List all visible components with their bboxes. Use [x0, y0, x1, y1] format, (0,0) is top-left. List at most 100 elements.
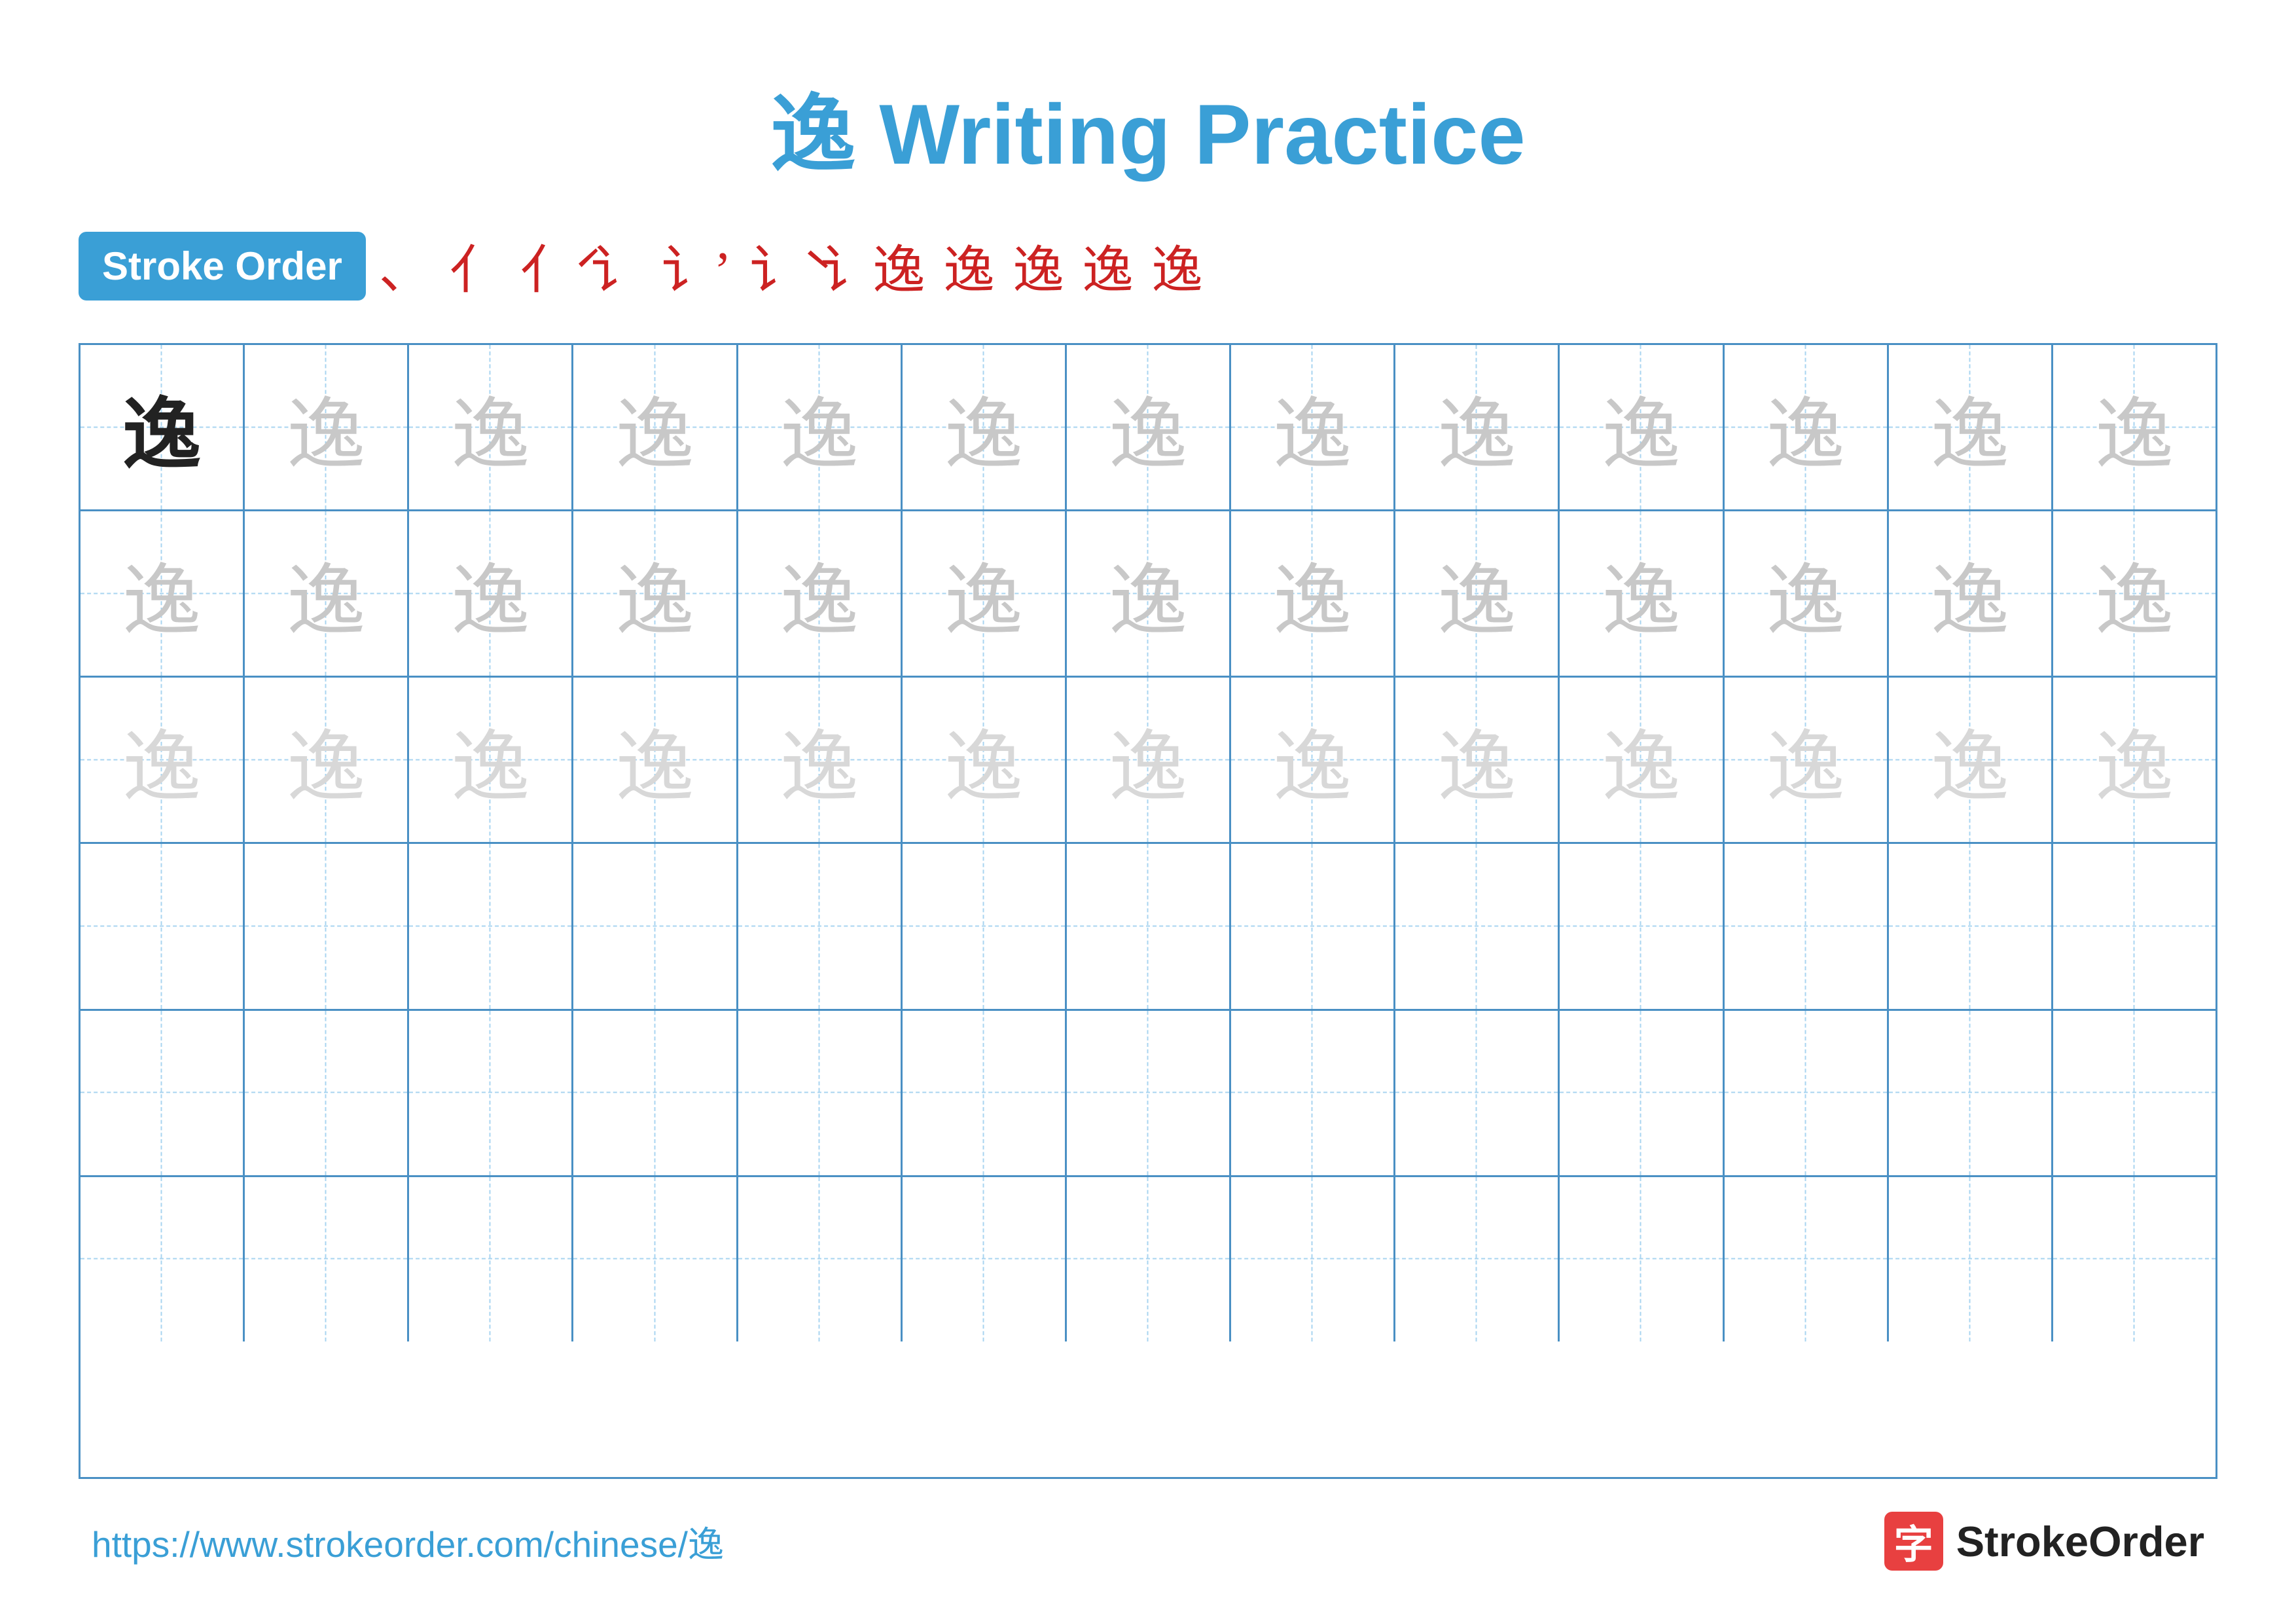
grid-cell-r4-c9[interactable]: [1395, 844, 1560, 1008]
grid-cell-r3-c9: 逸: [1395, 678, 1560, 842]
grid-cell-r5-c2[interactable]: [245, 1011, 409, 1175]
grid-cell-r5-c10[interactable]: [1560, 1011, 1724, 1175]
grid-cell-r1-c12: 逸: [1889, 345, 2053, 509]
grid-cell-r6-c10[interactable]: [1560, 1177, 1724, 1341]
grid-cell-r2-c9: 逸: [1395, 511, 1560, 676]
stroke-7: 讠逸: [820, 228, 925, 304]
grid-cell-r3-c11: 逸: [1725, 678, 1889, 842]
char-dark: 逸: [122, 371, 201, 484]
grid-cell-r5-c8[interactable]: [1231, 1011, 1395, 1175]
grid-cell-r5-c13[interactable]: [2053, 1011, 2215, 1175]
grid-cell-r6-c2[interactable]: [245, 1177, 409, 1341]
grid-cell-r1-c11: 逸: [1725, 345, 1889, 509]
grid-cell-r6-c6[interactable]: [903, 1177, 1067, 1341]
page: 逸 Writing Practice Stroke Order 、 亻 亻́ 讠…: [0, 0, 2296, 1623]
grid-cell-r6-c9[interactable]: [1395, 1177, 1560, 1341]
strokeorder-logo-text: StrokeOrder: [1956, 1517, 2204, 1566]
grid-cell-r2-c5: 逸: [738, 511, 903, 676]
stroke-6: 讠̀: [749, 228, 802, 304]
grid-cell-r3-c10: 逸: [1560, 678, 1724, 842]
grid-cell-r4-c6[interactable]: [903, 844, 1067, 1008]
grid-cell-r4-c11[interactable]: [1725, 844, 1889, 1008]
grid-cell-r6-c13[interactable]: [2053, 1177, 2215, 1341]
page-title: 逸 Writing Practice: [770, 65, 1525, 189]
grid-cell-r2-c6: 逸: [903, 511, 1067, 676]
grid-cell-r2-c2: 逸: [245, 511, 409, 676]
grid-cell-r4-c2[interactable]: [245, 844, 409, 1008]
grid-cell-r1-c10: 逸: [1560, 345, 1724, 509]
grid-cell-r4-c8[interactable]: [1231, 844, 1395, 1008]
grid-cell-r4-c7[interactable]: [1067, 844, 1231, 1008]
grid-cell-r5-c4[interactable]: [573, 1011, 738, 1175]
grid-row-4: [81, 844, 2215, 1010]
grid-cell-r3-c6: 逸: [903, 678, 1067, 842]
grid-row-1: 逸 逸 逸 逸 逸 逸 逸 逸 逸 逸 逸 逸 逸: [81, 345, 2215, 511]
stroke-1: 、: [379, 228, 431, 304]
stroke-9: 逸: [1013, 229, 1064, 302]
grid-row-3: 逸 逸 逸 逸 逸 逸 逸 逸 逸 逸 逸 逸 逸: [81, 678, 2215, 844]
stroke-2: 亻: [450, 228, 502, 304]
grid-cell-r3-c1: 逸: [81, 678, 245, 842]
grid-cell-r6-c8[interactable]: [1231, 1177, 1395, 1341]
grid-cell-r2-c11: 逸: [1725, 511, 1889, 676]
grid-cell-r1-c4: 逸: [573, 345, 738, 509]
grid-cell-r1-c5: 逸: [738, 345, 903, 509]
grid-cell-r3-c7: 逸: [1067, 678, 1231, 842]
grid-cell-r2-c8: 逸: [1231, 511, 1395, 676]
grid-cell-r3-c5: 逸: [738, 678, 903, 842]
footer-logo: 字 StrokeOrder: [1884, 1512, 2204, 1571]
grid-cell-r5-c1[interactable]: [81, 1011, 245, 1175]
grid-row-2: 逸 逸 逸 逸 逸 逸 逸 逸 逸 逸 逸 逸 逸: [81, 511, 2215, 678]
grid-row-5: [81, 1011, 2215, 1177]
grid-cell-r5-c12[interactable]: [1889, 1011, 2053, 1175]
grid-cell-r2-c3: 逸: [409, 511, 573, 676]
stroke-3: 亻́: [520, 228, 573, 304]
stroke-order-row: Stroke Order 、 亻 亻́ 讠 讠’ 讠̀ 讠逸 逸 逸 逸 逸: [79, 228, 2217, 304]
grid-cell-r6-c12[interactable]: [1889, 1177, 2053, 1341]
grid-cell-r4-c5[interactable]: [738, 844, 903, 1008]
grid-cell-r4-c13[interactable]: [2053, 844, 2215, 1008]
grid-cell-r4-c10[interactable]: [1560, 844, 1724, 1008]
grid-cell-r4-c3[interactable]: [409, 844, 573, 1008]
grid-cell-r1-c13: 逸: [2053, 345, 2215, 509]
grid-cell-r5-c9[interactable]: [1395, 1011, 1560, 1175]
grid-cell-r4-c12[interactable]: [1889, 844, 2053, 1008]
footer-url[interactable]: https://www.strokeorder.com/chinese/逸: [92, 1515, 724, 1567]
grid-cell-r3-c12: 逸: [1889, 678, 2053, 842]
grid-cell-r6-c3[interactable]: [409, 1177, 573, 1341]
grid-cell-r1-c6: 逸: [903, 345, 1067, 509]
grid-cell-r3-c8: 逸: [1231, 678, 1395, 842]
grid-cell-r6-c5[interactable]: [738, 1177, 903, 1341]
stroke-4: 讠: [591, 228, 643, 304]
grid-cell-r3-c13: 逸: [2053, 678, 2215, 842]
grid-cell-r5-c6[interactable]: [903, 1011, 1067, 1175]
stroke-11: 逸: [1151, 229, 1202, 302]
grid-cell-r6-c1[interactable]: [81, 1177, 245, 1341]
grid-cell-r3-c2: 逸: [245, 678, 409, 842]
grid-cell-r2-c7: 逸: [1067, 511, 1231, 676]
grid-cell-r3-c4: 逸: [573, 678, 738, 842]
grid-cell-r5-c3[interactable]: [409, 1011, 573, 1175]
grid-cell-r2-c4: 逸: [573, 511, 738, 676]
grid-cell-r5-c7[interactable]: [1067, 1011, 1231, 1175]
grid-cell-r1-c2: 逸: [245, 345, 409, 509]
grid-cell-r6-c11[interactable]: [1725, 1177, 1889, 1341]
grid-cell-r2-c1: 逸: [81, 511, 245, 676]
grid-cell-r3-c3: 逸: [409, 678, 573, 842]
stroke-sequence: 、 亻 亻́ 讠 讠’ 讠̀ 讠逸 逸 逸 逸 逸: [379, 228, 1203, 304]
grid-cell-r4-c1[interactable]: [81, 844, 245, 1008]
grid-cell-r4-c4[interactable]: [573, 844, 738, 1008]
grid-cell-r2-c13: 逸: [2053, 511, 2215, 676]
grid-cell-r1-c3: 逸: [409, 345, 573, 509]
stroke-8: 逸: [943, 229, 994, 302]
grid-cell-r5-c5[interactable]: [738, 1011, 903, 1175]
stroke-order-badge: Stroke Order: [79, 232, 366, 301]
grid-cell-r5-c11[interactable]: [1725, 1011, 1889, 1175]
grid-row-6: [81, 1177, 2215, 1341]
practice-grid: 逸 逸 逸 逸 逸 逸 逸 逸 逸 逸 逸 逸 逸 逸 逸 逸 逸 逸 逸 逸 …: [79, 343, 2217, 1479]
grid-cell-r1-c7: 逸: [1067, 345, 1231, 509]
grid-cell-r6-c4[interactable]: [573, 1177, 738, 1341]
grid-cell-r1-c8: 逸: [1231, 345, 1395, 509]
grid-cell-r6-c7[interactable]: [1067, 1177, 1231, 1341]
footer: https://www.strokeorder.com/chinese/逸 字 …: [79, 1512, 2217, 1571]
